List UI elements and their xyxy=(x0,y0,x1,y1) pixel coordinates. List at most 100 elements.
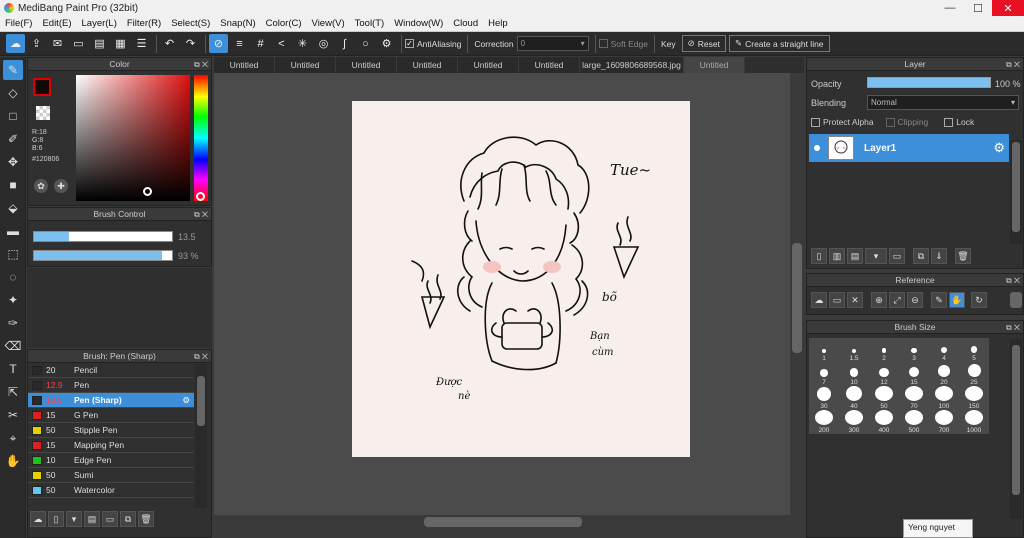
brush-list-item[interactable]: 15 G Pen xyxy=(28,408,194,423)
blending-dropdown[interactable]: Normal ▾ xyxy=(867,95,1019,110)
brush-settings-icon[interactable]: ▤ xyxy=(84,511,100,527)
tab-untitled-4[interactable]: Untitled xyxy=(397,57,458,73)
scrollbar-thumb[interactable] xyxy=(1012,142,1020,232)
panel-controls-icon[interactable]: ⧉ ✕ xyxy=(194,350,208,363)
brush-size-option[interactable]: 7 xyxy=(809,362,839,386)
brush-settings-gear-icon[interactable]: ⚙ xyxy=(182,395,190,406)
brush-size-option[interactable]: 100 xyxy=(929,386,959,410)
rectangle-fill-icon[interactable]: ■ xyxy=(3,175,23,195)
brush-size-option[interactable]: 1000 xyxy=(959,410,989,434)
select-pen-icon[interactable]: ✐ xyxy=(3,129,23,149)
divide-tool-icon[interactable]: ✂ xyxy=(3,405,23,425)
panel-controls-icon[interactable]: ⧉ ✕ xyxy=(1006,58,1020,71)
clipping-checkbox[interactable] xyxy=(885,117,895,127)
brush-size-option[interactable]: 4 xyxy=(929,338,959,362)
duplicate-layer-icon[interactable]: ⧉ xyxy=(913,248,929,264)
minimize-button[interactable]: — xyxy=(936,0,964,16)
brush-opacity-slider[interactable] xyxy=(33,250,173,261)
brush-size-option[interactable]: 15 xyxy=(899,362,929,386)
brush-size-option[interactable]: 40 xyxy=(839,386,869,410)
protect-alpha-checkbox[interactable] xyxy=(811,117,820,127)
layer-folder-icon[interactable]: ▭ xyxy=(889,248,905,264)
menu-snap[interactable]: Snap(N) xyxy=(215,18,260,29)
magic-wand-icon[interactable]: ✦ xyxy=(3,290,23,310)
brush-list-item[interactable]: 15 Mapping Pen xyxy=(28,438,194,453)
tab-untitled-3[interactable]: Untitled xyxy=(336,57,397,73)
brush-size-option[interactable]: 50 xyxy=(869,386,899,410)
menu-file[interactable]: File(F) xyxy=(0,18,37,29)
menu-edit[interactable]: Edit(E) xyxy=(37,18,76,29)
scrollbar-thumb[interactable] xyxy=(197,376,205,426)
radial-snap-icon[interactable]: ✳ xyxy=(293,34,312,53)
brush-list-scrollbar[interactable] xyxy=(195,364,207,508)
brush-size-option[interactable]: 30 xyxy=(809,386,839,410)
trash-icon[interactable]: 🗑 xyxy=(138,511,154,527)
panel-controls-icon[interactable]: ⧉ ✕ xyxy=(194,58,208,71)
palette-add-icon[interactable]: ✚ xyxy=(54,179,68,193)
panel-controls-icon[interactable]: ⧉ ✕ xyxy=(1006,274,1020,287)
saturation-value-picker[interactable] xyxy=(76,75,190,201)
dot-tool-icon[interactable]: □ xyxy=(3,106,23,126)
brush-list-item[interactable]: 12.9 Pen xyxy=(28,378,194,393)
brush-size-option[interactable]: 700 xyxy=(929,410,959,434)
tab-untitled-1[interactable]: Untitled xyxy=(214,57,275,73)
correction-dropdown[interactable]: 0 ▾ xyxy=(516,36,589,51)
brush-size-scrollbar[interactable] xyxy=(1010,339,1022,519)
folder-icon[interactable]: ▭ xyxy=(102,511,118,527)
reference-hand-icon[interactable]: ✋ xyxy=(949,292,965,308)
brush-size-option[interactable]: 70 xyxy=(899,386,929,410)
reference-cloud-icon[interactable]: ☁ xyxy=(811,292,827,308)
layer-settings-gear-icon[interactable]: ⚙ xyxy=(993,140,1005,156)
bucket-tool-icon[interactable]: ⬙ xyxy=(3,198,23,218)
undo-icon[interactable]: ↶ xyxy=(160,34,179,53)
maximize-button[interactable]: ☐ xyxy=(964,0,992,16)
tab-untitled-2[interactable]: Untitled xyxy=(275,57,336,73)
eraser-tool-icon[interactable]: ◇ xyxy=(3,83,23,103)
hand-tool-icon[interactable]: ✋ xyxy=(3,451,23,471)
cloud-icon[interactable]: ☁ xyxy=(6,34,25,53)
brush-size-option[interactable]: 12 xyxy=(869,362,899,386)
brush-size-option[interactable]: 1 xyxy=(809,338,839,362)
add-brush-icon[interactable]: ▾ xyxy=(66,511,82,527)
merge-layer-icon[interactable]: ⇓ xyxy=(931,248,947,264)
list-icon[interactable]: ☰ xyxy=(132,34,151,53)
panel-controls-icon[interactable]: ⧉ ✕ xyxy=(194,208,208,221)
reference-open-icon[interactable]: ▭ xyxy=(829,292,845,308)
brush-size-slider[interactable] xyxy=(33,231,173,242)
circle-snap-icon[interactable]: ○ xyxy=(356,34,375,53)
delete-layer-icon[interactable]: 🗑 xyxy=(955,248,971,264)
menu-view[interactable]: View(V) xyxy=(307,18,350,29)
brush-size-option[interactable]: 500 xyxy=(899,410,929,434)
tab-untitled-6[interactable]: Untitled xyxy=(519,57,580,73)
new-layer-icon[interactable]: ▯ xyxy=(811,248,827,264)
reference-close-icon[interactable]: ✕ xyxy=(847,292,863,308)
layout-icon[interactable]: ▦ xyxy=(111,34,130,53)
select-eraser-icon[interactable]: ⌫ xyxy=(3,336,23,356)
curve-snap-icon[interactable]: ∫ xyxy=(335,34,354,53)
reset-button[interactable]: ⊘ Reset xyxy=(681,35,726,52)
brush-list-item[interactable]: 13.5 Pen (Sharp) ⚙ xyxy=(28,393,194,408)
transparent-color-swatch[interactable] xyxy=(36,106,50,120)
menu-filter[interactable]: Filter(R) xyxy=(122,18,166,29)
tab-large-jpg[interactable]: large_1609806689568.jpg xyxy=(580,57,684,73)
rect-select-icon[interactable]: ⬚ xyxy=(3,244,23,264)
new-halftone-layer-icon[interactable]: ▥ xyxy=(829,248,845,264)
reference-sync-icon[interactable]: ↻ xyxy=(971,292,987,308)
brush-size-option[interactable]: 300 xyxy=(839,410,869,434)
brush-size-option[interactable]: 400 xyxy=(869,410,899,434)
soft-edge-checkbox[interactable] xyxy=(598,39,608,48)
brush-tool-icon[interactable]: ✎ xyxy=(3,60,23,80)
main-color-swatch[interactable] xyxy=(33,78,51,96)
snap-off-icon[interactable]: ⊘ xyxy=(209,34,228,53)
zoom-out-icon[interactable]: ⊖ xyxy=(907,292,923,308)
brush-size-option[interactable]: 25 xyxy=(959,362,989,386)
layer-visibility-icon[interactable] xyxy=(814,145,820,151)
scrollbar-thumb[interactable] xyxy=(792,243,802,353)
cloud-download-icon[interactable]: ☁ xyxy=(30,511,46,527)
brush-size-option[interactable]: 10 xyxy=(839,362,869,386)
canvas-horizontal-scrollbar[interactable] xyxy=(214,515,790,529)
zoom-in-icon[interactable]: ⊕ xyxy=(871,292,887,308)
brush-list-item[interactable]: 20 Pencil xyxy=(28,363,194,378)
brush-size-option[interactable]: 200 xyxy=(809,410,839,434)
comment-icon[interactable]: ✉ xyxy=(48,34,67,53)
